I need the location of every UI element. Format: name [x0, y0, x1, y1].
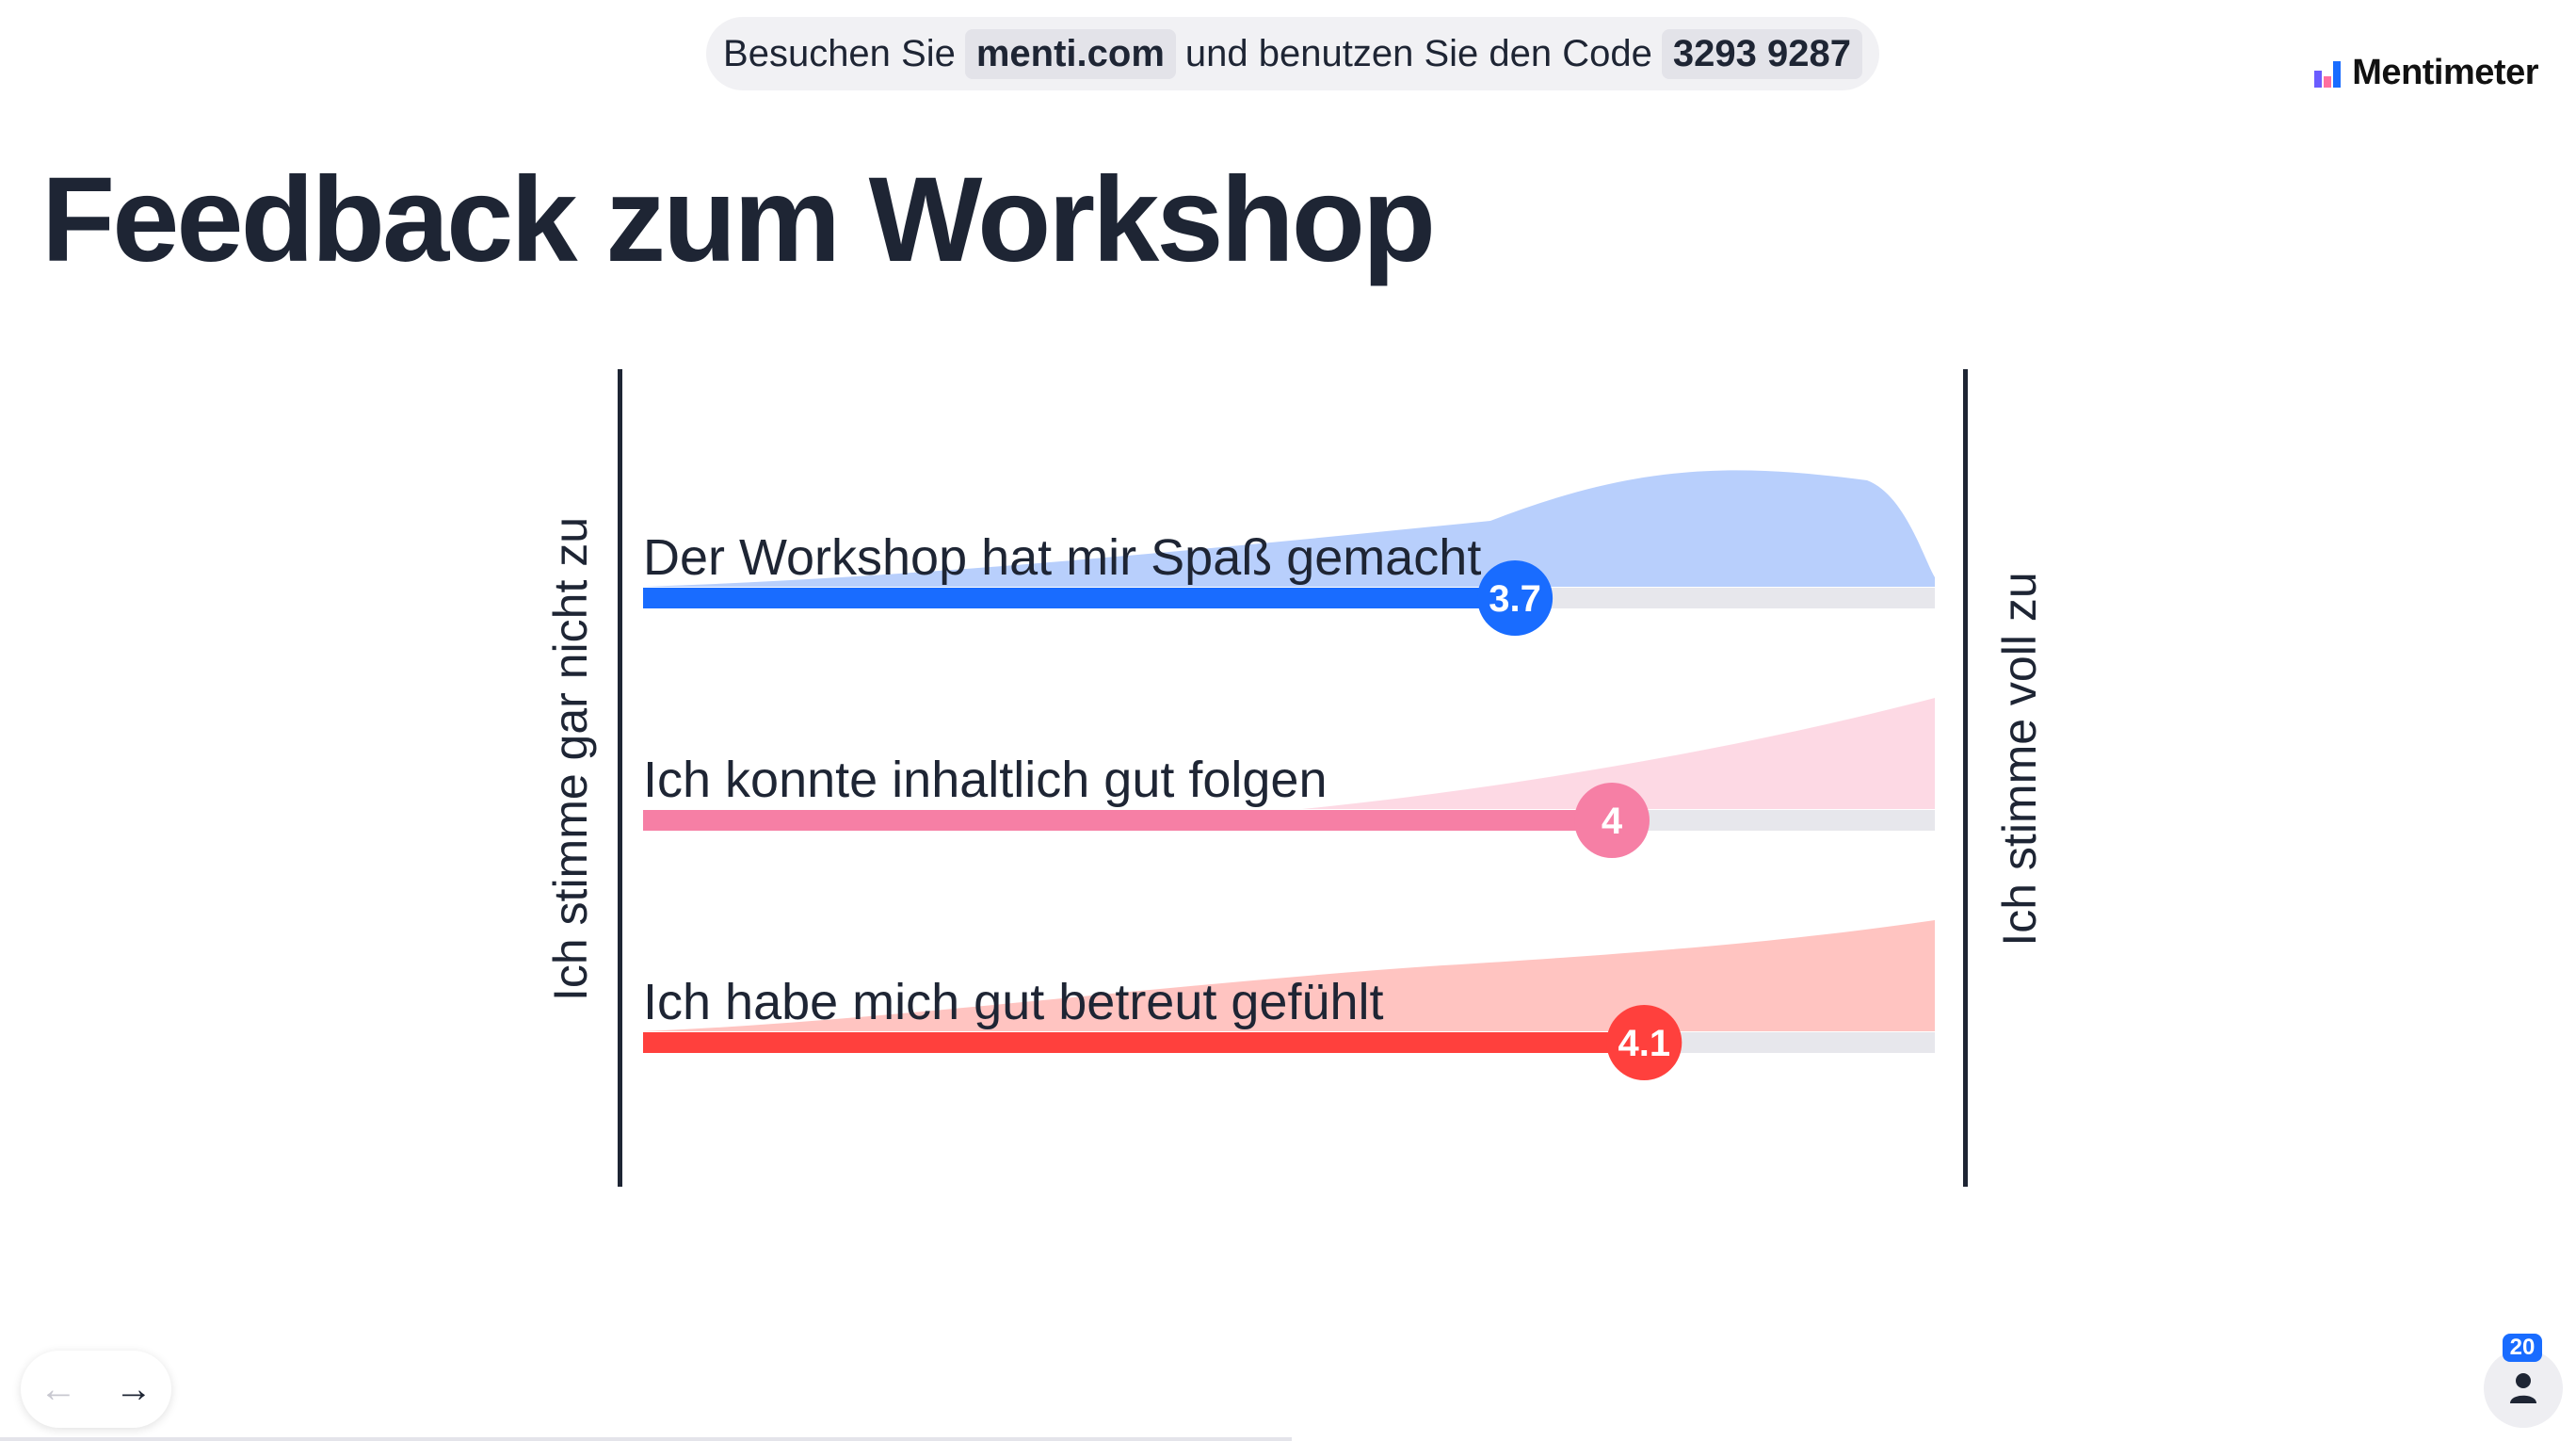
arrow-right-icon[interactable]: → [100, 1361, 168, 1418]
slide-navigation: ← → [21, 1351, 171, 1428]
value-label: 3.7 [1489, 578, 1541, 620]
presentation-progress-bar [0, 1437, 1292, 1441]
bar [643, 1032, 1645, 1053]
participant-count-badge: 20 [2503, 1334, 2542, 1362]
row-label: Der Workshop hat mir Spaß gemacht [643, 529, 1481, 586]
value-label: 4 [1602, 801, 1623, 842]
scale-chart: Der Workshop hat mir Spaß gemacht3.7 Ich … [643, 470, 1935, 1080]
value-label: 4.1 [1618, 1023, 1670, 1064]
person-icon [2510, 1373, 2536, 1403]
arrow-left-icon[interactable]: ← [24, 1361, 92, 1418]
row-label: Ich konnte inhaltlich gut folgen [643, 752, 1328, 808]
row-label: Ich habe mich gut betreut gefühlt [643, 974, 1384, 1030]
bar [643, 588, 1516, 608]
bar [643, 810, 1612, 831]
